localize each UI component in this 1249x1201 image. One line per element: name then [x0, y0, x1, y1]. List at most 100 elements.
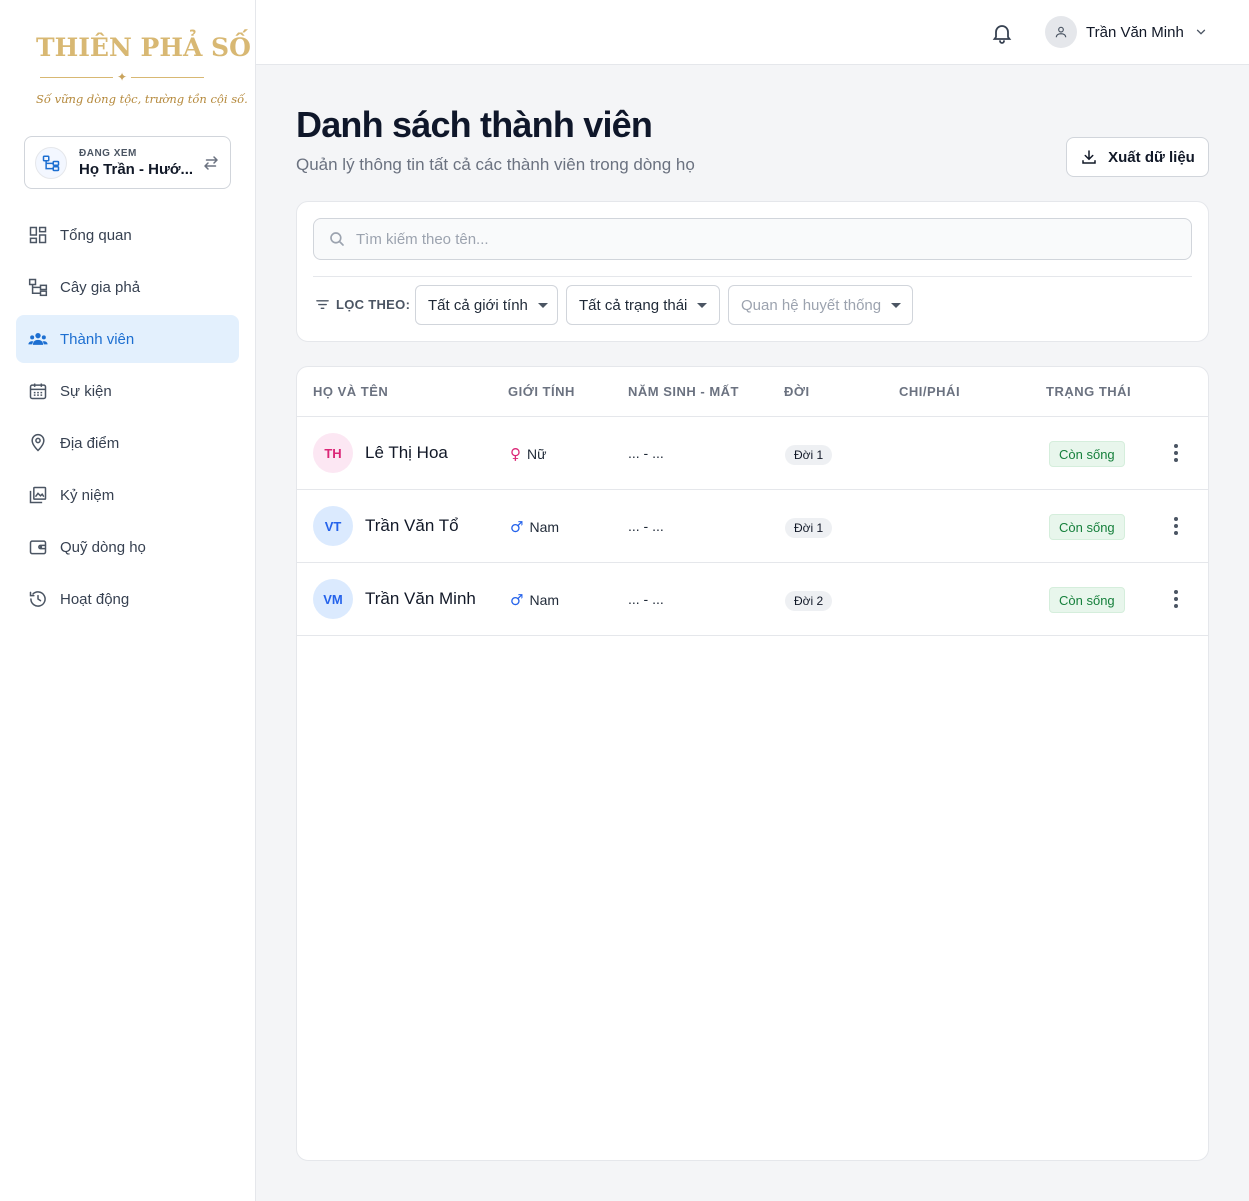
sidebar-item-label: Địa điểm	[60, 434, 120, 452]
photo-album-icon	[29, 486, 47, 504]
male-icon: ♂	[510, 518, 524, 536]
status-filter-value: Tất cả trạng thái	[579, 296, 688, 314]
status-badge: Còn sống	[1049, 587, 1125, 613]
table-row[interactable]: VM Trần Văn Minh ♂ Nam ... - ... Đời 2 Cò…	[297, 563, 1208, 636]
logo-text: THIÊN PHẢ SỐ	[36, 33, 251, 62]
divider	[313, 276, 1192, 277]
search-box[interactable]	[313, 218, 1192, 260]
gender-label: Nam	[529, 519, 560, 535]
column-header-gender[interactable]: GIỚI TÍNH	[508, 384, 575, 399]
filter-icon	[316, 300, 329, 309]
status-badge: Còn sống	[1049, 514, 1125, 540]
column-header-status[interactable]: TRẠNG THÁI	[1046, 384, 1131, 399]
members-table: HỌ VÀ TÊN GIỚI TÍNH NĂM SINH - MẤT ĐỜI C…	[296, 366, 1209, 1161]
filter-panel: LỌC THEO: Tất cả giới tính Tất cả trạng …	[296, 201, 1209, 342]
sidebar-item-label: Cây gia phả	[60, 278, 141, 296]
bell-icon[interactable]	[990, 21, 1014, 45]
gender-label: Nữ	[527, 446, 547, 462]
member-name[interactable]: Lê Thị Hoa	[365, 443, 448, 463]
family-tree-icon	[28, 278, 48, 297]
wallet-icon	[29, 540, 47, 555]
member-gender: ♂ Nam	[510, 518, 559, 536]
sidebar-item-label: Hoạt động	[60, 590, 130, 608]
clan-name: Họ Trần - Hướ...	[79, 160, 194, 178]
sidebar-item-members[interactable]: Thành viên	[16, 315, 239, 363]
column-header-years[interactable]: NĂM SINH - MẤT	[628, 384, 739, 399]
female-icon: ♀	[510, 445, 521, 463]
member-years: ... - ...	[628, 591, 664, 607]
sidebar: THIÊN PHẢ SỐ ✦ Số vững dòng tộc, trường …	[0, 0, 256, 1201]
search-input[interactable]	[356, 230, 1156, 248]
dropdown-caret-icon	[891, 302, 902, 308]
filter-label-text: LỌC THEO:	[336, 297, 411, 312]
sidebar-item-activity[interactable]: Hoạt động	[16, 575, 239, 623]
status-badge: Còn sống	[1049, 441, 1125, 467]
user-name: Trần Văn Minh	[1086, 23, 1184, 41]
lineage-filter-select[interactable]: Quan hệ huyết thống	[728, 285, 913, 325]
swap-icon[interactable]	[202, 154, 220, 172]
chevron-down-icon	[1196, 29, 1205, 35]
people-icon	[28, 333, 48, 345]
member-name[interactable]: Trần Văn Tổ	[365, 516, 459, 536]
member-name[interactable]: Trần Văn Minh	[365, 589, 476, 609]
table-row[interactable]: VT Trần Văn Tổ ♂ Nam ... - ... Đời 1 Còn …	[297, 490, 1208, 563]
clan-caption: ĐANG XEM	[79, 147, 137, 159]
avatar	[1045, 16, 1077, 48]
history-icon	[29, 591, 46, 607]
sidebar-item-label: Kỷ niệm	[60, 486, 115, 504]
sidebar-item-label: Tổng quan	[60, 226, 132, 244]
sidebar-item-family-tree[interactable]: Cây gia phả	[16, 263, 239, 311]
member-years: ... - ...	[628, 518, 664, 534]
filter-label: LỌC THEO:	[315, 297, 410, 312]
avatar: VM	[313, 579, 353, 619]
gender-filter-select[interactable]: Tất cả giới tính	[415, 285, 558, 325]
generation-badge: Đời 1	[785, 518, 833, 538]
sidebar-item-locations[interactable]: Địa điểm	[16, 419, 239, 467]
gender-label: Nam	[529, 592, 560, 608]
dropdown-caret-icon	[537, 302, 548, 308]
page-subtitle: Quản lý thông tin tất cả các thành viên …	[296, 155, 695, 174]
member-years: ... - ...	[628, 445, 664, 461]
logo-tagline: Số vững dòng tộc, trường tồn cội số.	[36, 92, 248, 106]
table-row[interactable]: TH Lê Thị Hoa ♀ Nữ ... - ... Đời 1 Còn số…	[297, 417, 1208, 490]
user-icon	[1055, 26, 1067, 38]
sidebar-item-label: Quỹ dòng họ	[60, 538, 146, 556]
user-menu[interactable]: Trần Văn Minh	[1045, 16, 1208, 48]
sidebar-item-memories[interactable]: Kỷ niệm	[16, 471, 239, 519]
member-gender: ♀ Nữ	[510, 445, 546, 463]
sparkle-icon: ✦	[112, 68, 132, 86]
column-header-name[interactable]: HỌ VÀ TÊN	[313, 384, 388, 399]
download-icon	[1082, 150, 1096, 164]
sidebar-item-label: Sự kiện	[60, 382, 112, 400]
search-icon	[330, 232, 344, 246]
sidebar-nav: Tổng quan Cây gia phả Thành viên Sự kiện…	[16, 211, 239, 627]
clan-switcher[interactable]: ĐANG XEM Họ Trần - Hướ...	[24, 136, 231, 189]
lineage-filter-value: Quan hệ huyết thống	[741, 296, 882, 314]
avatar: VT	[313, 506, 353, 546]
generation-badge: Đời 1	[785, 445, 833, 465]
top-bar: Trần Văn Minh	[256, 0, 1249, 65]
calendar-icon	[29, 383, 47, 400]
family-tree-icon	[35, 146, 67, 179]
export-button[interactable]: Xuất dữ liệu	[1066, 137, 1209, 177]
member-gender: ♂ Nam	[510, 591, 559, 609]
row-actions-menu-icon[interactable]	[1167, 514, 1185, 538]
status-filter-select[interactable]: Tất cả trạng thái	[566, 285, 720, 325]
column-header-branch[interactable]: CHI/PHÁI	[899, 384, 960, 399]
dropdown-caret-icon	[697, 302, 708, 308]
export-button-label: Xuất dữ liệu	[1108, 148, 1195, 166]
sidebar-item-overview[interactable]: Tổng quan	[16, 211, 239, 259]
dashboard-icon	[29, 226, 47, 244]
column-header-generation[interactable]: ĐỜI	[784, 384, 810, 399]
brand-logo[interactable]: THIÊN PHẢ SỐ ✦ Số vững dòng tộc, trường …	[36, 28, 251, 116]
avatar: TH	[313, 433, 353, 473]
sidebar-item-fund[interactable]: Quỹ dòng họ	[16, 523, 239, 571]
generation-badge: Đời 2	[785, 591, 833, 611]
location-pin-icon	[31, 433, 45, 452]
gender-filter-value: Tất cả giới tính	[428, 296, 528, 314]
row-actions-menu-icon[interactable]	[1167, 587, 1185, 611]
sidebar-item-events[interactable]: Sự kiện	[16, 367, 239, 415]
logo-ornament: ✦	[40, 68, 204, 86]
row-actions-menu-icon[interactable]	[1167, 441, 1185, 465]
male-icon: ♂	[510, 591, 524, 609]
